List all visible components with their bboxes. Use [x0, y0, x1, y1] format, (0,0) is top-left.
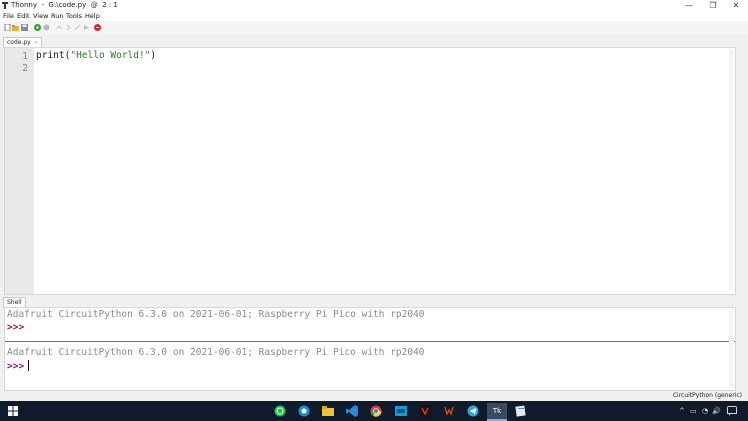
shell-tab-label: Shell	[7, 299, 22, 306]
code-editor[interactable]: 1 2 print("Hello World!")	[4, 47, 736, 295]
app-notes-icon[interactable]	[515, 405, 527, 417]
battery-icon[interactable]: ▭	[690, 406, 697, 416]
windows-start-icon[interactable]	[8, 406, 18, 416]
minimize-button[interactable]: —	[677, 0, 701, 11]
text-cursor	[28, 360, 30, 371]
shell-banner: Adafruit CircuitPython 6.3.0 on 2021-06-…	[7, 347, 425, 358]
notifications-icon[interactable]	[727, 406, 737, 416]
telegram-icon[interactable]	[467, 405, 479, 417]
tab-label: code.py	[7, 39, 31, 46]
menu-file[interactable]: File	[3, 11, 14, 21]
new-file-icon[interactable]	[4, 24, 11, 31]
step-over-icon[interactable]	[56, 24, 63, 31]
line-number: 1	[22, 51, 28, 62]
thonny-taskbar-icon[interactable]: Tk	[487, 403, 507, 421]
code-string-literal: "Hello World!"	[70, 50, 151, 61]
close-button[interactable]: ✕	[724, 0, 748, 11]
code-paren-close: )	[150, 50, 157, 61]
shell-restart-separator	[5, 341, 735, 342]
menu-run[interactable]: Run	[51, 11, 63, 21]
editor-scrollbar[interactable]	[729, 50, 734, 290]
wifi-icon[interactable]: ◔	[702, 406, 708, 416]
app-brave-icon[interactable]	[443, 405, 455, 417]
resume-icon[interactable]	[83, 24, 90, 31]
step-out-icon[interactable]	[74, 24, 81, 31]
tray-overflow-icon[interactable]: ^	[679, 406, 685, 416]
chrome-icon[interactable]	[370, 405, 382, 417]
debug-icon[interactable]	[43, 24, 50, 31]
shell-banner: Adafruit CircuitPython 6.3.0 on 2021-06-…	[7, 309, 425, 320]
skype-icon[interactable]	[298, 405, 310, 417]
whatsapp-icon[interactable]	[274, 405, 286, 417]
line-number-gutter: 1 2	[5, 48, 34, 294]
interpreter-selector[interactable]: CircuitPython (generic)	[673, 391, 742, 401]
shell-prompt: >>>	[7, 361, 25, 372]
menu-view[interactable]: View	[33, 11, 48, 21]
menu-bar: File Edit View Run Tools Help	[0, 11, 748, 21]
shell-prompt: >>>	[7, 322, 25, 333]
restore-button[interactable]: ❐	[701, 0, 725, 11]
run-icon[interactable]	[34, 24, 41, 31]
menu-help[interactable]: Help	[85, 11, 100, 21]
shell-scrollbar[interactable]	[729, 310, 734, 388]
shell-prompt-line: >>>	[7, 322, 24, 333]
open-file-icon[interactable]	[12, 24, 19, 31]
menu-tools[interactable]: Tools	[66, 11, 82, 21]
shell-tabstrip	[0, 296, 748, 307]
file-explorer-icon[interactable]	[322, 405, 334, 417]
window-title: Thonny - G:\code.py @ 2 : 1	[11, 1, 118, 9]
title-bar: Thonny - G:\code.py @ 2 : 1 — ❐ ✕	[0, 0, 748, 11]
status-bar: CircuitPython (generic)	[0, 391, 748, 401]
save-icon[interactable]	[21, 24, 28, 31]
shell-console[interactable]: Adafruit CircuitPython 6.3.0 on 2021-06-…	[4, 307, 736, 391]
code-function-name: print	[36, 50, 65, 61]
editor-tabstrip	[0, 35, 748, 47]
windows-taskbar: Tk ^ ▭ ◔ 🔊	[0, 401, 748, 421]
vscode-icon[interactable]	[346, 405, 358, 417]
code-line[interactable]: print("Hello World!")	[36, 50, 156, 62]
step-into-icon[interactable]	[65, 24, 72, 31]
thonny-app-icon	[2, 2, 8, 9]
tab-close-icon[interactable]: ×	[34, 40, 38, 46]
menu-edit[interactable]: Edit	[17, 11, 30, 21]
app-red-icon[interactable]	[419, 405, 431, 417]
line-number: 2	[22, 63, 28, 74]
stop-icon[interactable]	[94, 24, 101, 31]
app-blue-icon[interactable]	[395, 405, 407, 417]
shell-prompt-line[interactable]: >>>	[7, 360, 30, 372]
toolbar	[0, 21, 748, 35]
volume-icon[interactable]: 🔊	[712, 406, 721, 416]
